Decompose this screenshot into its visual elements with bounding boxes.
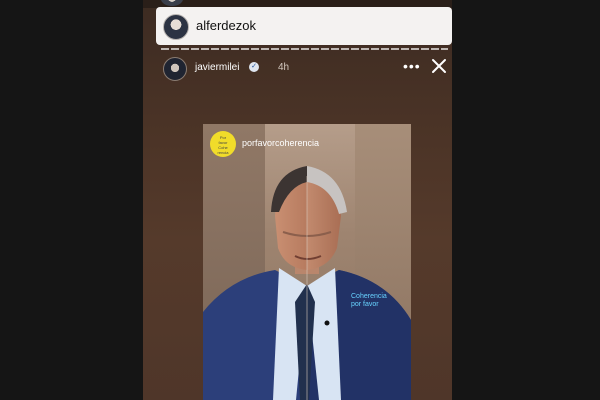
user-avatar-icon[interactable] [163,14,189,40]
post-time: 4h [278,62,290,73]
more-options-icon[interactable]: ••• [403,58,421,74]
account-username[interactable]: alferdezok [196,18,256,33]
story-caption: Coherencia por favor [351,293,387,308]
right-backdrop [452,0,600,400]
story-header: javiermilei ✓ 4h ••• [163,57,452,81]
story-viewer[interactable]: alferdezok javiermilei ✓ 4h ••• Por favo… [143,0,452,400]
verified-badge-icon: ✓ [249,62,259,72]
left-backdrop [0,0,143,400]
story-media[interactable]: PorfavorCoherencia porfavorcoherencia [203,124,411,400]
portrait-image [203,166,411,400]
story-handle: porfavorcoherencia [242,138,320,148]
poster-avatar-icon[interactable] [163,57,187,81]
close-icon[interactable] [431,58,447,74]
poster-username[interactable]: javiermilei [195,62,239,73]
story-progress-bar [161,48,448,50]
account-card[interactable]: alferdezok [156,7,452,45]
